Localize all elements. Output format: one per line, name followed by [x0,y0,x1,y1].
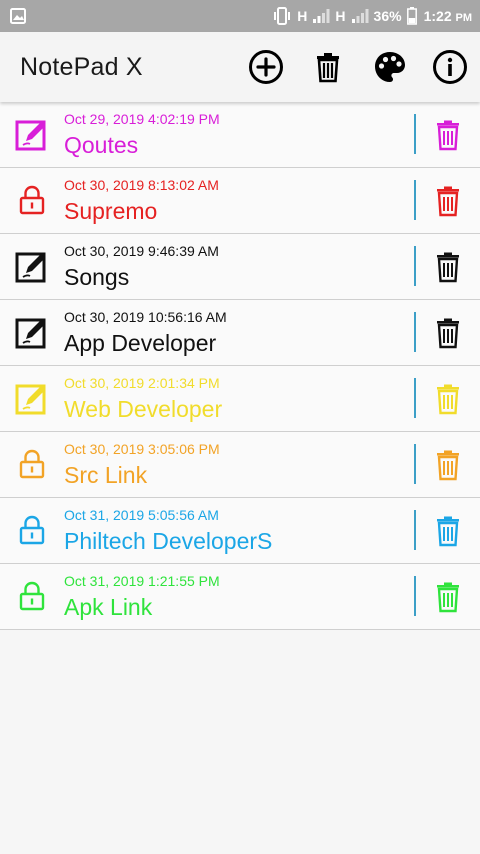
add-icon [248,49,284,85]
row-divider [414,378,416,418]
trash-icon [434,317,462,349]
lock-icon [14,578,50,614]
trash-icon [434,449,462,481]
signal-icon-2 [351,8,369,24]
note-row-qoutes[interactable]: Oct 29, 2019 4:02:19 PM Qoutes [0,102,480,168]
row-divider [414,114,416,154]
add-note-button[interactable] [248,49,284,85]
image-notification-icon [10,8,26,24]
edit-icon [14,314,50,350]
app-title: NotePad X [20,53,143,81]
vibrate-icon [272,6,292,26]
edit-icon [14,380,50,416]
network-type-1: H [297,8,308,24]
note-row-songs[interactable]: Oct 30, 2019 9:46:39 AM Songs [0,234,480,300]
row-divider [414,576,416,616]
note-row-src-link[interactable]: Oct 30, 2019 3:05:06 PM Src Link [0,432,480,498]
clock: 1:22 PM [424,8,472,24]
delete-note-button[interactable] [434,515,462,547]
note-title: Qoutes [64,132,139,158]
trash-icon [434,383,462,415]
delete-all-button[interactable] [310,49,346,85]
lock-icon [14,512,50,548]
row-divider [414,246,416,286]
trash-icon [434,251,462,283]
battery-percent: 36% [373,8,402,24]
note-row-supremo[interactable]: Oct 30, 2019 8:13:02 AM Supremo [0,168,480,234]
note-title: Apk Link [64,594,153,620]
edit-icon [14,116,50,152]
delete-note-button[interactable] [434,317,462,349]
note-date: Oct 31, 2019 5:05:56 AM [64,507,219,523]
note-date: Oct 30, 2019 2:01:34 PM [64,375,220,391]
status-bar: H H 36% 1:22 PM [0,0,480,32]
delete-note-button[interactable] [434,119,462,151]
edit-icon [14,248,50,284]
note-title: Songs [64,264,130,290]
note-title: App Developer [64,330,217,356]
palette-icon [372,49,408,85]
note-row-apk-link[interactable]: Oct 31, 2019 1:21:55 PM Apk Link [0,564,480,630]
trash-icon [434,515,462,547]
row-divider [414,444,416,484]
theme-color-button[interactable] [372,49,408,85]
delete-note-button[interactable] [434,449,462,481]
trash-icon [434,581,462,613]
row-divider [414,312,416,352]
clock-time: 1:22 [423,8,452,24]
notes-list: Oct 29, 2019 4:02:19 PM Qoutes Oct 30, 2… [0,102,480,630]
delete-note-button[interactable] [434,581,462,613]
note-title: Web Developer [64,396,223,422]
note-row-philtech-developers[interactable]: Oct 31, 2019 5:05:56 AM Philtech Develop… [0,498,480,564]
row-divider [414,510,416,550]
status-indicators: H H 36% 1:22 PM [272,0,472,32]
battery-icon [406,7,417,25]
note-date: Oct 30, 2019 8:13:02 AM [64,177,219,193]
lock-icon [14,446,50,482]
note-date: Oct 30, 2019 9:46:39 AM [64,243,219,259]
note-row-web-developer[interactable]: Oct 30, 2019 2:01:34 PM Web Developer [0,366,480,432]
lock-icon [14,182,50,218]
note-title: Src Link [64,462,148,488]
info-button[interactable] [432,49,468,85]
note-date: Oct 31, 2019 1:21:55 PM [64,573,220,589]
delete-note-button[interactable] [434,185,462,217]
info-icon [432,49,468,85]
note-date: Oct 30, 2019 3:05:06 PM [64,441,220,457]
note-row-app-developer[interactable]: Oct 30, 2019 10:56:16 AM App Developer [0,300,480,366]
note-date: Oct 29, 2019 4:02:19 PM [64,111,220,127]
trash-icon [310,49,346,85]
network-type-2: H [335,8,346,24]
app-bar: NotePad X [0,32,480,102]
note-date: Oct 30, 2019 10:56:16 AM [64,309,227,325]
signal-icon-1 [312,8,330,24]
clock-ampm: PM [455,12,473,24]
row-divider [414,180,416,220]
delete-note-button[interactable] [434,251,462,283]
delete-note-button[interactable] [434,383,462,415]
trash-icon [434,119,462,151]
trash-icon [434,185,462,217]
note-title: Philtech DeveloperS [64,528,273,554]
note-title: Supremo [64,198,158,224]
